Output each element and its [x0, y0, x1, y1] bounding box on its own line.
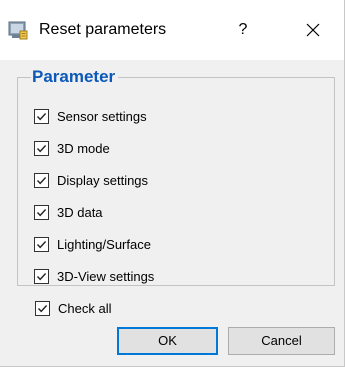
checkmark-icon [36, 176, 47, 184]
checkbox-label: Display settings [57, 172, 149, 188]
parameter-group: Parameter Sensor settings 3D mode Displa… [17, 67, 335, 286]
lighting-surface-checkbox[interactable]: Lighting/Surface [34, 234, 151, 254]
title-bar[interactable]: Reset parameters ? [0, 0, 344, 60]
checkmark-icon [36, 144, 47, 152]
close-icon [306, 23, 320, 37]
checkbox-box[interactable] [34, 204, 49, 220]
close-button[interactable] [296, 14, 330, 46]
dialog-title: Reset parameters [39, 21, 167, 38]
checkbox-label: 3D data [57, 204, 103, 220]
checkbox-label: 3D-View settings [57, 268, 155, 284]
checkbox-box[interactable] [35, 300, 50, 316]
checkmark-icon [36, 208, 47, 216]
checkbox-box[interactable] [34, 236, 49, 252]
ok-button[interactable]: OK [117, 327, 218, 355]
settings-app-icon [8, 20, 28, 40]
check-all-checkbox[interactable]: Check all [35, 298, 111, 318]
checkmark-icon [36, 240, 47, 248]
checkbox-box[interactable] [34, 268, 49, 284]
checkbox-label: Sensor settings [57, 108, 147, 124]
checkmark-icon [37, 304, 48, 312]
checkbox-label: Lighting/Surface [57, 236, 151, 252]
cancel-button[interactable]: Cancel [228, 327, 335, 355]
3d-mode-checkbox[interactable]: 3D mode [34, 138, 110, 158]
help-button[interactable]: ? [226, 14, 260, 46]
checkmark-icon [36, 112, 47, 120]
check-all-label: Check all [58, 300, 112, 316]
checkbox-label: 3D mode [57, 140, 110, 156]
checkmark-icon [36, 272, 47, 280]
checkbox-box[interactable] [34, 108, 49, 124]
parameter-group-legend: Parameter [32, 67, 116, 86]
checkbox-box[interactable] [34, 140, 49, 156]
3d-data-checkbox[interactable]: 3D data [34, 202, 103, 222]
reset-parameters-dialog: Reset parameters ? Parameter Sensor sett… [0, 0, 345, 367]
3d-view-settings-checkbox[interactable]: 3D-View settings [34, 266, 154, 286]
sensor-settings-checkbox[interactable]: Sensor settings [34, 106, 147, 126]
checkbox-box[interactable] [34, 172, 49, 188]
display-settings-checkbox[interactable]: Display settings [34, 170, 148, 190]
